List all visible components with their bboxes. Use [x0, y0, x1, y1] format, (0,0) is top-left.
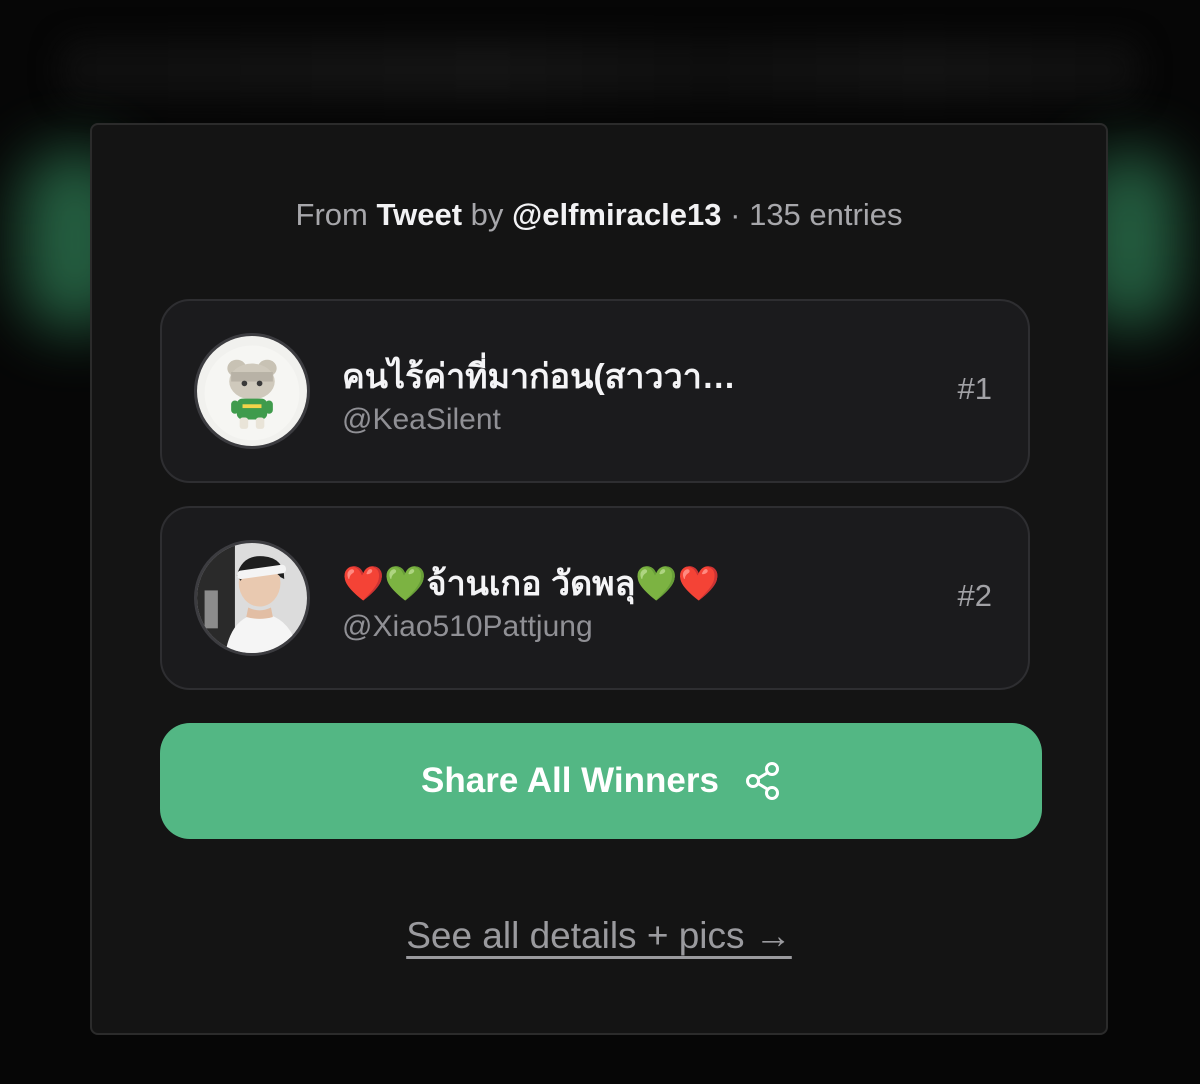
source-author: @elfmiracle13 [512, 197, 722, 232]
winners-card: From Tweet by @elfmiracle13 · 135 entrie… [90, 123, 1108, 1035]
share-icon [745, 762, 781, 800]
winner-item-1[interactable]: คนไร้ค่าที่มาก่อน(สาววาย 100%)รั… @KeaSi… [160, 299, 1030, 483]
person-headband-avatar [194, 540, 310, 656]
winner-name: ❤️💚จ้านเกอ วัดพลุ💚❤️ [342, 565, 721, 603]
source-by-label: by [470, 197, 504, 232]
source-separator-dot: · [730, 197, 741, 232]
share-all-winners-button[interactable]: Share All Winners [160, 723, 1042, 839]
blurred-header [60, 40, 1140, 100]
plush-doll-avatar [194, 333, 310, 449]
winner-handle: @KeaSilent [342, 403, 501, 436]
source-platform: Tweet [376, 197, 463, 232]
share-button-label: Share All Winners [421, 761, 719, 800]
source-line: From Tweet by @elfmiracle13 · 135 entrie… [92, 197, 1106, 233]
winner-rank: #2 [957, 578, 992, 613]
winner-name: คนไร้ค่าที่มาก่อน(สาววาย 100%)รั… [342, 358, 742, 396]
winner-rank: #1 [957, 371, 992, 406]
source-separator [722, 197, 731, 232]
see-all-details-link[interactable]: See all details + pics → [92, 915, 1106, 957]
winner-handle: @Xiao510Pattjung [342, 610, 593, 643]
source-prefix: From [295, 197, 368, 232]
winner-item-2[interactable]: ❤️💚จ้านเกอ วัดพลุ💚❤️ @Xiao510Pattjung #2 [160, 506, 1030, 690]
source-entries: 135 entries [749, 197, 903, 232]
